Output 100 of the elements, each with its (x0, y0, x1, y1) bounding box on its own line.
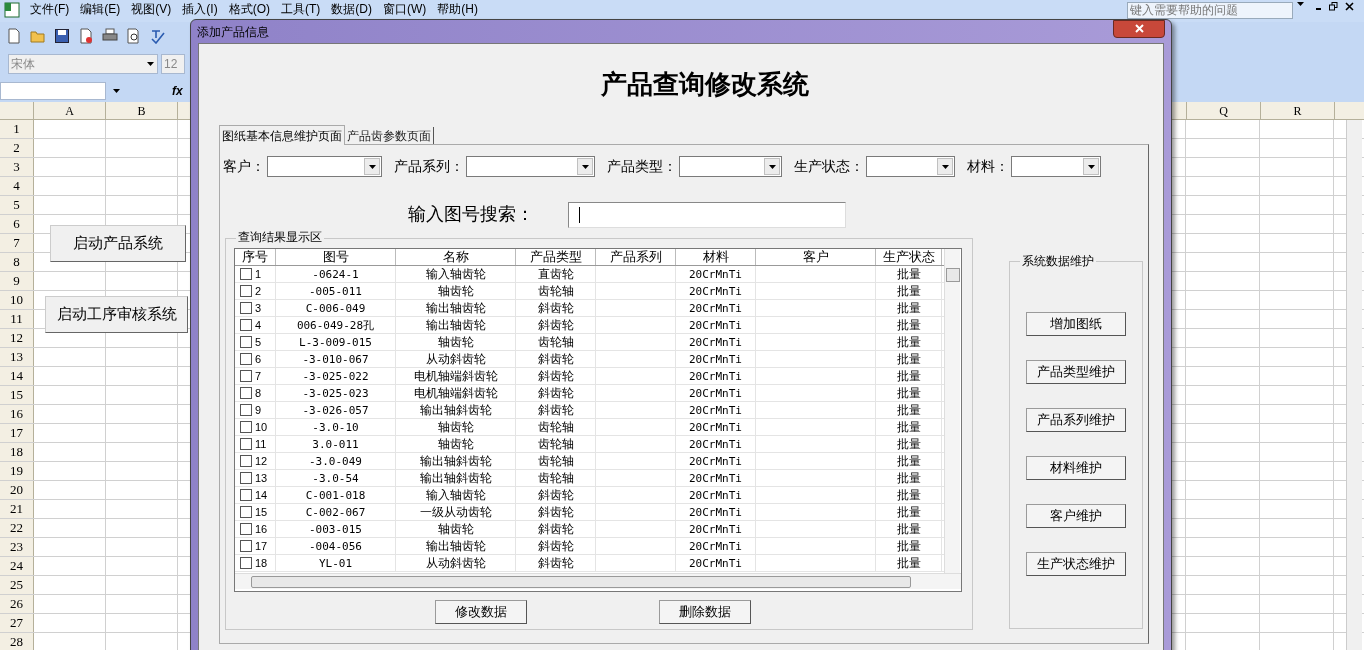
row-checkbox[interactable] (240, 489, 252, 501)
row-checkbox[interactable] (240, 302, 252, 314)
action-button[interactable]: 删除数据 (659, 600, 751, 624)
row-checkbox[interactable] (240, 370, 252, 382)
document-icon[interactable] (78, 28, 94, 44)
row-header[interactable]: 2 (0, 139, 34, 157)
dropdown-field[interactable] (866, 156, 955, 177)
action-button[interactable]: 客户维护 (1026, 504, 1126, 528)
row-header[interactable]: 28 (0, 633, 34, 650)
sheet-button[interactable]: 启动工序审核系统 (45, 296, 188, 333)
row-header[interactable]: 16 (0, 405, 34, 423)
row-header[interactable]: 22 (0, 519, 34, 537)
print-preview-icon[interactable] (126, 28, 142, 44)
dropdown-arrow-icon[interactable] (1296, 2, 1304, 6)
row-header[interactable]: 19 (0, 462, 34, 480)
dropdown-arrow-icon[interactable] (112, 89, 120, 93)
row-header[interactable]: 21 (0, 500, 34, 518)
dropdown-arrow-icon[interactable] (941, 164, 949, 169)
menu-item[interactable]: 编辑(E) (80, 2, 121, 16)
print-icon[interactable] (102, 28, 118, 44)
row-checkbox[interactable] (240, 438, 252, 450)
column-header[interactable]: A (34, 102, 106, 119)
action-button[interactable]: 产品类型维护 (1026, 360, 1126, 384)
row-checkbox[interactable] (240, 387, 252, 399)
spelling-icon[interactable] (150, 28, 166, 44)
row-header[interactable]: 6 (0, 215, 34, 233)
scrollbar[interactable] (1346, 120, 1362, 650)
column-header[interactable]: 生产状态 (876, 249, 942, 265)
action-button[interactable]: 修改数据 (435, 600, 527, 624)
menu-item[interactable]: 文件(F) (30, 2, 70, 16)
tab[interactable]: 图纸基本信息维护页面 (219, 125, 345, 145)
row-checkbox[interactable] (240, 319, 252, 331)
column-header[interactable]: Q (1186, 102, 1260, 119)
row-checkbox[interactable] (240, 336, 252, 348)
row-header[interactable]: 27 (0, 614, 34, 632)
column-header[interactable]: B (106, 102, 178, 119)
row-checkbox[interactable] (240, 353, 252, 365)
row-checkbox[interactable] (240, 506, 252, 518)
column-header[interactable]: 材料 (676, 249, 756, 265)
menu-item[interactable]: 视图(V) (131, 2, 172, 16)
row-checkbox[interactable] (240, 472, 252, 484)
row-checkbox[interactable] (240, 540, 252, 552)
row-header[interactable]: 4 (0, 177, 34, 195)
search-field[interactable] (568, 201, 846, 228)
row-header[interactable]: 26 (0, 595, 34, 613)
column-header[interactable]: 名称 (396, 249, 516, 265)
menu-item[interactable]: 数据(D) (331, 2, 372, 16)
sheet-button[interactable]: 启动产品系统 (50, 225, 186, 262)
column-header[interactable]: 产品类型 (516, 249, 596, 265)
column-header[interactable]: 图号 (276, 249, 396, 265)
row-header[interactable]: 9 (0, 272, 34, 290)
dropdown-arrow-icon[interactable] (147, 62, 154, 66)
column-header[interactable]: 产品系列 (596, 249, 676, 265)
menu-item[interactable]: 格式(O) (228, 2, 270, 16)
row-checkbox[interactable] (240, 421, 252, 433)
row-checkbox[interactable] (240, 268, 252, 280)
menu-item[interactable]: 插入(I) (182, 2, 218, 16)
dropdown-field[interactable] (679, 156, 782, 177)
dropdown-field[interactable] (267, 156, 382, 177)
horizontal-scrollbar[interactable] (235, 573, 961, 589)
dropdown-arrow-icon[interactable] (1087, 164, 1095, 169)
dropdown-arrow-icon[interactable] (368, 164, 376, 169)
action-button[interactable]: 材料维护 (1026, 456, 1126, 480)
row-header[interactable]: 12 (0, 329, 34, 347)
dropdown-field[interactable] (466, 156, 595, 177)
row-checkbox[interactable] (240, 285, 252, 297)
action-button[interactable]: 生产状态维护 (1026, 552, 1126, 576)
row-header[interactable]: 8 (0, 253, 34, 271)
row-header[interactable]: 11 (0, 310, 34, 328)
close-icon[interactable] (1345, 2, 1354, 11)
dropdown-arrow-icon[interactable] (768, 164, 776, 169)
row-checkbox[interactable] (240, 455, 252, 467)
column-header[interactable]: 客户 (756, 249, 876, 265)
row-header[interactable]: 25 (0, 576, 34, 594)
action-button[interactable]: 增加图纸 (1026, 312, 1126, 336)
save-icon[interactable] (54, 28, 70, 44)
menu-item[interactable]: 窗口(W) (383, 2, 427, 16)
row-checkbox[interactable] (240, 404, 252, 416)
dropdown-arrow-icon[interactable] (581, 164, 589, 169)
row-header[interactable]: 17 (0, 424, 34, 442)
row-header[interactable]: 14 (0, 367, 34, 385)
action-button[interactable]: 产品系列维护 (1026, 408, 1126, 432)
dropdown-field[interactable] (1011, 156, 1101, 177)
row-header[interactable]: 5 (0, 196, 34, 214)
row-checkbox[interactable] (240, 523, 252, 535)
row-header[interactable]: 7 (0, 234, 34, 252)
vertical-scrollbar[interactable] (944, 249, 960, 573)
row-header[interactable]: 15 (0, 386, 34, 404)
restore-icon[interactable] (1329, 2, 1338, 11)
new-document-icon[interactable] (6, 28, 22, 44)
row-checkbox[interactable] (240, 557, 252, 569)
row-header[interactable]: 1 (0, 120, 34, 138)
column-header[interactable]: R (1260, 102, 1334, 119)
row-header[interactable]: 24 (0, 557, 34, 575)
row-header[interactable]: 23 (0, 538, 34, 556)
tab[interactable]: 产品齿参数页面 (345, 127, 434, 144)
row-header[interactable]: 18 (0, 443, 34, 461)
row-header[interactable]: 10 (0, 291, 34, 309)
close-button[interactable] (1113, 19, 1165, 38)
column-header[interactable]: 序号 (235, 249, 276, 265)
